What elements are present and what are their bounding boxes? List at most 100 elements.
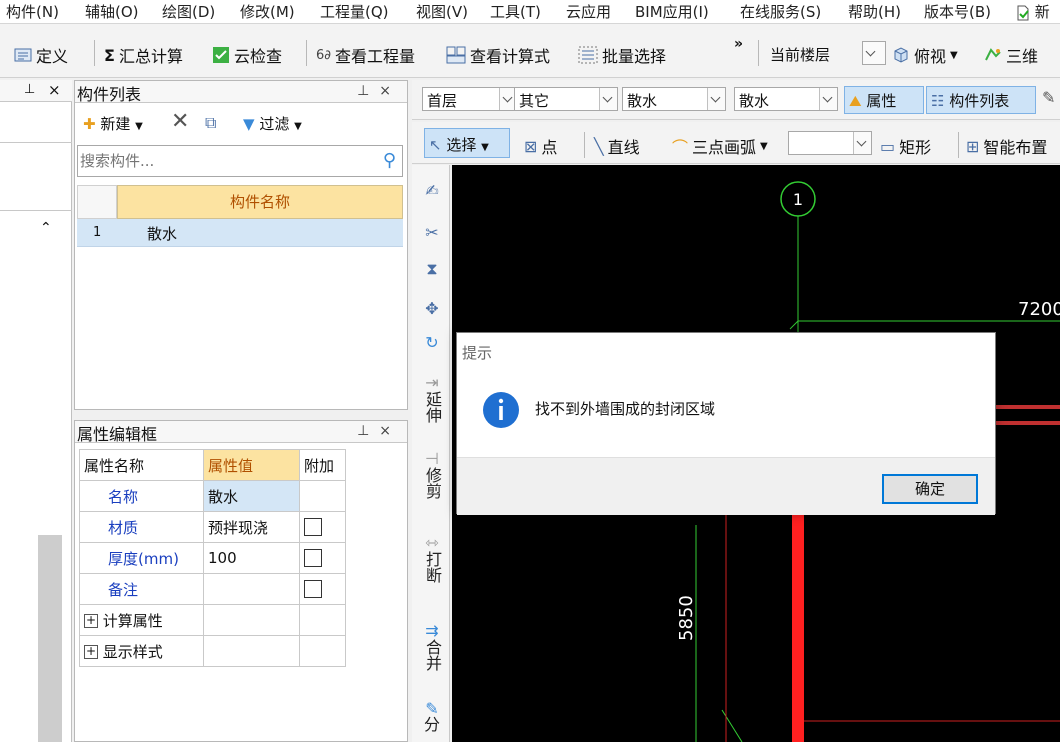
- define-icon: [14, 48, 32, 62]
- move-icon[interactable]: ✥: [420, 301, 444, 317]
- pin-icon[interactable]: ⊥: [357, 83, 379, 99]
- smart-layout-button[interactable]: ⊞ 智能布置: [966, 134, 1047, 158]
- define-button[interactable]: 定义: [14, 43, 68, 67]
- arc-tool-button[interactable]: ⌒ 三点画弧 ▼: [672, 134, 768, 158]
- top-view-label: 俯视: [914, 47, 947, 66]
- category-select-value: 其它: [519, 92, 550, 110]
- pen-icon[interactable]: ✎: [1042, 88, 1055, 107]
- three-d-icon: [985, 48, 1001, 61]
- table-row[interactable]: 厚度(mm) 100: [79, 542, 346, 574]
- floor-dropdown[interactable]: [862, 41, 886, 65]
- extend-tool-button[interactable]: ⇥ 延伸: [420, 375, 444, 426]
- arc-mode-select[interactable]: [788, 131, 872, 155]
- table-row[interactable]: 1 散水: [77, 219, 403, 247]
- menu-help[interactable]: 帮助(H): [848, 1, 901, 22]
- menu-view[interactable]: 视图(V): [416, 1, 468, 22]
- line-tool-button[interactable]: ╲ 直线: [594, 134, 640, 158]
- merge-tool-button[interactable]: ⇉ 合并: [420, 623, 444, 674]
- property-name: 厚度(mm): [79, 542, 204, 574]
- dialog-body: 找不到外墙围成的封闭区域: [457, 381, 995, 457]
- type-select[interactable]: 散水: [622, 87, 726, 111]
- delete-icon[interactable]: ✕: [171, 109, 189, 134]
- component-list-toggle[interactable]: ☷ 构件列表: [926, 86, 1036, 114]
- scissors-icon[interactable]: ✂: [420, 225, 444, 241]
- expand-icon[interactable]: +: [84, 645, 98, 659]
- chevron-down-icon: [853, 132, 871, 154]
- cube-icon: [894, 47, 908, 63]
- property-value[interactable]: 散水: [203, 480, 300, 512]
- menu-tools[interactable]: 工具(T): [490, 1, 541, 22]
- close-icon[interactable]: ×: [379, 83, 401, 99]
- property-value[interactable]: 100: [203, 542, 300, 574]
- attribute-toggle[interactable]: ⛰ 属性: [844, 86, 924, 114]
- new-component-label: 新建: [100, 115, 131, 133]
- three-d-button[interactable]: 三维: [984, 43, 1038, 67]
- extra-checkbox[interactable]: [304, 549, 322, 568]
- rotate-icon[interactable]: ↻: [420, 335, 444, 351]
- search-icon[interactable]: ⚲: [383, 150, 396, 171]
- toolbar-separator: [958, 132, 959, 158]
- menu-online[interactable]: 在线服务(S): [740, 1, 821, 22]
- menu-axis[interactable]: 辅轴(O): [85, 1, 139, 22]
- batch-select-button[interactable]: 批量选择: [578, 43, 666, 67]
- category-select[interactable]: 其它: [514, 87, 618, 111]
- rect-tool-button[interactable]: ▭ 矩形: [880, 134, 931, 158]
- scroll-up-icon[interactable]: ⌃: [40, 220, 52, 236]
- point-tool-button[interactable]: ⊠ 点: [524, 134, 557, 158]
- menu-cloud[interactable]: 云应用: [566, 1, 611, 22]
- chevron-down-icon: [819, 88, 837, 110]
- pin-icon[interactable]: ⊥: [24, 82, 35, 97]
- new-icon: ✚: [83, 115, 96, 133]
- cloud-check-button[interactable]: 云检查: [212, 43, 282, 67]
- table-row[interactable]: + 显示样式: [79, 635, 346, 667]
- pin-icon[interactable]: ⊥: [357, 423, 379, 439]
- menu-quantity[interactable]: 工程量(Q): [320, 1, 389, 22]
- floor-select[interactable]: 首层: [422, 87, 518, 111]
- new-component-button[interactable]: ✚ 新建 ▼: [83, 113, 143, 134]
- sum-calc-button[interactable]: Σ 汇总计算: [104, 43, 183, 67]
- copy-icon[interactable]: ⧉: [205, 113, 216, 133]
- table-row[interactable]: + 计算属性: [79, 604, 346, 636]
- split-tool-button[interactable]: ✎ 分: [420, 701, 444, 733]
- group-row-display[interactable]: + 显示样式: [79, 635, 204, 667]
- property-value[interactable]: [203, 573, 300, 605]
- table-row[interactable]: 材质 预拌现浇: [79, 511, 346, 543]
- search-input[interactable]: [80, 148, 366, 174]
- column-header-name[interactable]: 构件名称: [117, 185, 403, 219]
- close-icon[interactable]: ×: [48, 81, 61, 99]
- group-row-calc[interactable]: + 计算属性: [79, 604, 204, 636]
- select-tool-button[interactable]: ↖ 选择 ▼: [424, 128, 510, 158]
- break-tool-button[interactable]: ⇿ 打断: [420, 535, 444, 586]
- menu-modify[interactable]: 修改(M): [240, 1, 295, 22]
- ok-button[interactable]: 确定: [882, 474, 978, 504]
- menu-version[interactable]: 版本号(B): [924, 1, 991, 22]
- table-row[interactable]: 备注: [79, 573, 346, 605]
- filter-button[interactable]: ▼ 过滤 ▼: [243, 113, 302, 134]
- toolbar-overflow-button[interactable]: »: [734, 36, 743, 52]
- component-select[interactable]: 散水: [734, 87, 838, 111]
- menu-new[interactable]: 新: [1016, 1, 1050, 22]
- trim-tool-button[interactable]: ⊣ 修剪: [420, 451, 444, 502]
- menu-draw[interactable]: 绘图(D): [162, 1, 215, 22]
- paint-icon[interactable]: ✍: [420, 183, 444, 199]
- component-select-value: 散水: [739, 92, 770, 110]
- property-value[interactable]: 预拌现浇: [203, 511, 300, 543]
- cloud-check-label: 云检查: [234, 47, 283, 66]
- view-formula-button[interactable]: 查看计算式: [446, 43, 550, 67]
- top-view-button[interactable]: 俯视 ▼: [892, 43, 958, 67]
- scrollbar-thumb[interactable]: [38, 535, 62, 742]
- extra-checkbox[interactable]: [304, 518, 322, 537]
- divider: [0, 142, 72, 143]
- three-d-label: 三维: [1006, 47, 1039, 66]
- close-icon[interactable]: ×: [379, 423, 401, 439]
- view-quantity-button[interactable]: 6∂ 查看工程量: [316, 43, 415, 67]
- chevron-down-icon: ▼: [481, 142, 489, 153]
- expand-icon[interactable]: +: [84, 614, 98, 628]
- menu-bim[interactable]: BIM应用(I): [635, 1, 709, 22]
- property-name: 备注: [79, 573, 204, 605]
- extra-checkbox[interactable]: [304, 580, 322, 599]
- mirror-icon[interactable]: ⧗: [420, 261, 444, 277]
- table-row[interactable]: 名称 散水: [79, 480, 346, 512]
- menu-component[interactable]: 构件(N): [6, 1, 59, 22]
- batch-select-label: 批量选择: [602, 47, 667, 66]
